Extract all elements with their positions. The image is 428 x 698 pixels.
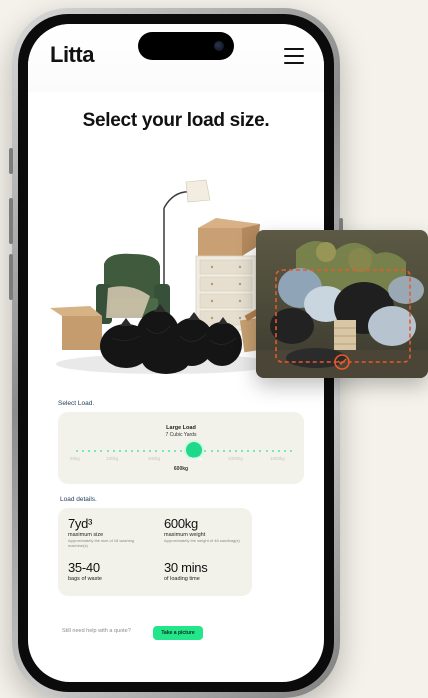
slider-dot — [173, 450, 176, 452]
size-stat: 7yd³ maximum size Approximately the size… — [68, 516, 152, 549]
slider-dot — [161, 450, 164, 452]
weight-value: 600kg — [164, 516, 198, 531]
tick-label: 1000kg — [228, 456, 243, 461]
slider-dot — [118, 450, 121, 452]
size-desc: Approximately the size of 18 washing mac… — [68, 538, 135, 548]
slider-dot — [137, 450, 140, 452]
tick-label: 100kg — [106, 456, 119, 461]
slider-dot — [222, 450, 225, 452]
dynamic-island — [138, 32, 234, 60]
select-load-label: Select Load. — [58, 400, 95, 407]
load-details-card: 7yd³ maximum size Approximately the size… — [58, 508, 252, 596]
tick-label: 50kg — [70, 456, 80, 461]
slider-dot — [277, 450, 280, 452]
slider-dot — [76, 450, 78, 452]
tick-label: 1500kg — [270, 456, 285, 461]
slider-dot — [94, 450, 97, 452]
weight-stat: 600kg maximum weight Approximately the w… — [164, 516, 248, 544]
slider-dot — [265, 450, 268, 452]
litta-logo[interactable]: Litta — [50, 42, 94, 68]
slider-dot — [204, 450, 207, 452]
slider-dot — [131, 450, 134, 452]
slider-dot — [82, 450, 85, 452]
load-illustration — [50, 179, 279, 374]
tick-label: 400kg — [148, 456, 161, 461]
slider-dot — [179, 450, 182, 452]
action-button — [9, 148, 13, 174]
slider-dot — [155, 450, 158, 452]
slider-dot — [283, 450, 286, 452]
bags-label: bags of waste — [68, 576, 102, 582]
slider-dot — [228, 450, 231, 452]
time-value: 30 mins — [164, 560, 208, 575]
slider-dot — [247, 450, 250, 452]
slider-dot — [100, 450, 103, 452]
tick-label: 600kg — [190, 456, 203, 461]
slider-dot — [259, 450, 262, 452]
bags-stat: 35-40 bags of waste — [68, 560, 102, 582]
load-slider-card: Large Load 7 Cubic Yards 50kg 100kg 400k… — [58, 412, 304, 484]
slider-dot — [241, 450, 244, 452]
slider-dot — [149, 450, 152, 452]
take-picture-button[interactable]: Take a picture — [153, 626, 203, 640]
slider-dot — [124, 450, 127, 452]
slider-dot — [253, 450, 256, 452]
load-volume: 7 Cubic Yards — [165, 432, 197, 438]
load-slider-track[interactable] — [76, 450, 292, 452]
page-title: Select your load size. — [82, 110, 270, 131]
slider-dot — [106, 450, 109, 452]
time-stat: 30 mins of loading time — [164, 560, 208, 582]
load-details-label: Load details. — [60, 496, 97, 503]
volume-down-button — [9, 254, 13, 300]
slider-dot — [271, 450, 274, 452]
time-label: of loading time — [164, 576, 200, 582]
slider-dot — [167, 450, 170, 452]
slider-dot — [112, 450, 115, 452]
slider-dot — [290, 450, 292, 452]
hamburger-menu-icon[interactable] — [284, 48, 304, 64]
size-value: 7yd³ — [68, 516, 93, 531]
slider-dot — [210, 450, 213, 452]
waste-photo-card — [256, 230, 428, 378]
load-name: Large Load — [166, 425, 196, 431]
bags-value: 35-40 — [68, 560, 100, 575]
slider-dot — [234, 450, 237, 452]
selected-weight: 600kg — [173, 466, 189, 472]
front-camera-icon — [214, 41, 224, 51]
slider-dot — [143, 450, 146, 452]
weight-desc: Approximately the weight of 48 sandbag(s… — [164, 538, 240, 543]
slider-dot — [88, 450, 91, 452]
slider-dot — [216, 450, 219, 452]
help-text: Still need help with a quote? — [62, 628, 131, 634]
volume-up-button — [9, 198, 13, 244]
